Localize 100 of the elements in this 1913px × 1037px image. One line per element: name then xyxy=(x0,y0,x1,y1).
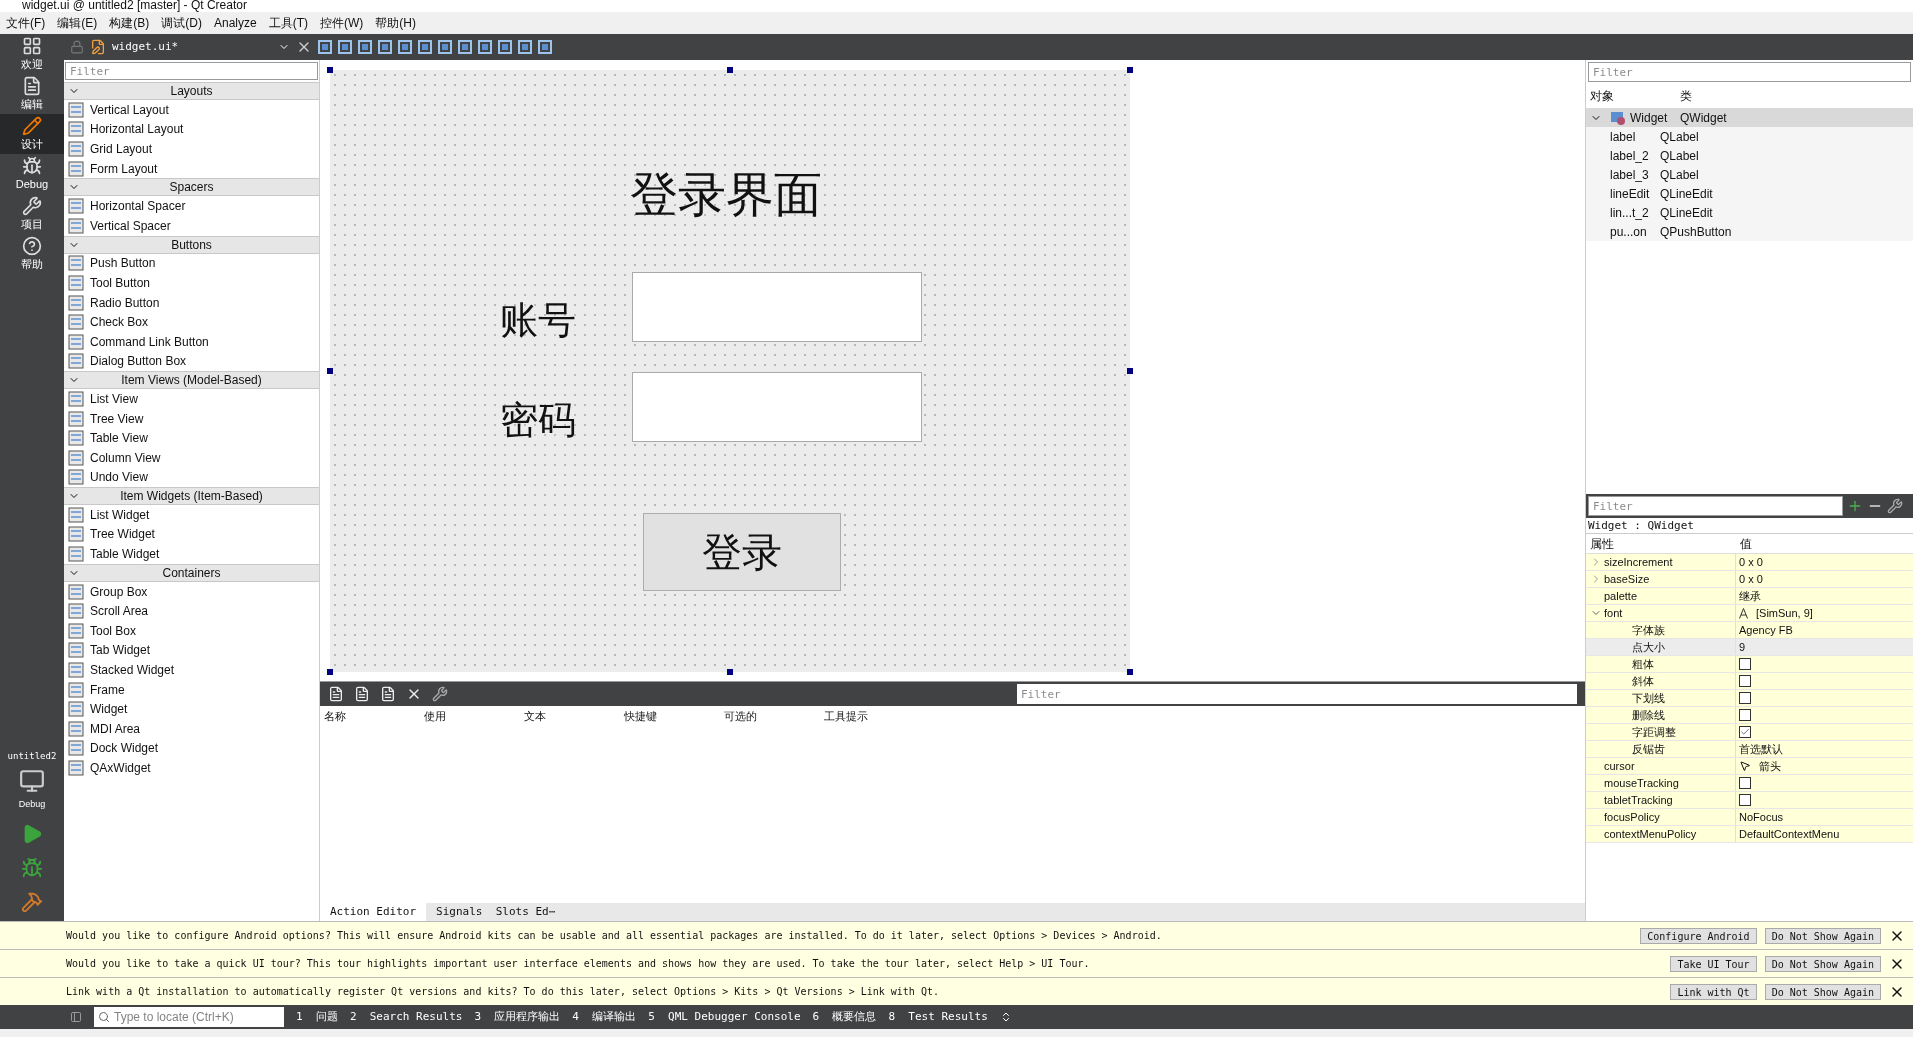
property-value[interactable]: 9 xyxy=(1739,638,1746,656)
widget-item[interactable]: Table Widget xyxy=(90,545,160,564)
category-header[interactable]: Containers xyxy=(64,563,319,582)
widget-item[interactable]: Dialog Button Box xyxy=(90,352,187,371)
widget-item[interactable]: Command Link Button xyxy=(90,332,209,351)
widget-item[interactable]: Tab Widget xyxy=(90,641,151,660)
widget-item[interactable]: Tool Button xyxy=(90,273,151,292)
hammer-icon[interactable] xyxy=(21,891,43,913)
menu-item[interactable]: 帮助(H) xyxy=(369,14,423,32)
layout-tool-icon[interactable] xyxy=(498,40,512,54)
output-pane-button[interactable]: 3 应用程序输出 xyxy=(474,1008,561,1026)
category-header[interactable]: Spacers xyxy=(64,178,319,197)
wrench-icon[interactable] xyxy=(432,686,448,702)
tree-row[interactable]: label QLabel xyxy=(1586,127,1913,146)
locator-field[interactable]: Type to locate (Ctrl+K) xyxy=(94,1007,284,1027)
layout-tool-icon[interactable] xyxy=(438,40,452,54)
property-row[interactable]: sizeIncrement 0 x 0 xyxy=(1586,554,1913,571)
checkbox[interactable] xyxy=(1739,726,1751,738)
property-value[interactable]: Agency FB xyxy=(1739,621,1793,639)
output-pane-button[interactable]: 6 概要信息 xyxy=(812,1008,877,1026)
sidebar-toggle-icon[interactable] xyxy=(70,1011,82,1023)
property-value[interactable]: 0 x 0 xyxy=(1739,570,1763,588)
mode-button[interactable]: 项目 xyxy=(0,194,64,234)
account-field[interactable] xyxy=(632,272,922,342)
selection-handle[interactable] xyxy=(327,67,333,73)
menu-item[interactable]: 构建(B) xyxy=(103,14,156,32)
output-pane-button[interactable]: 4 编译输出 xyxy=(572,1008,637,1026)
info-button[interactable]: Link with Qt xyxy=(1670,983,1757,1000)
checkbox[interactable] xyxy=(1739,692,1751,704)
property-row[interactable]: 删除线 xyxy=(1586,707,1913,724)
widget-item[interactable]: Column View xyxy=(90,448,161,467)
widget-item[interactable]: Vertical Spacer xyxy=(90,216,171,235)
property-value[interactable]: DefaultContextMenu xyxy=(1739,825,1840,843)
selection-handle[interactable] xyxy=(327,368,333,374)
layout-tool-icon[interactable] xyxy=(478,40,492,54)
widget-item[interactable]: Tree View xyxy=(90,409,144,428)
menu-item[interactable]: 控件(W) xyxy=(314,14,370,32)
widget-item[interactable]: QAxWidget xyxy=(90,759,151,777)
selection-handle[interactable] xyxy=(1127,67,1133,73)
monitor-icon[interactable] xyxy=(19,767,45,794)
widget-item[interactable]: Widget xyxy=(90,700,128,719)
property-row[interactable]: palette 继承 xyxy=(1586,588,1913,605)
menu-item[interactable]: 编辑(E) xyxy=(51,14,104,32)
mode-button[interactable]: 欢迎 xyxy=(0,34,64,74)
selection-handle[interactable] xyxy=(327,669,333,675)
checkbox[interactable] xyxy=(1739,794,1751,806)
tree-row[interactable]: lineEdit QLineEdit xyxy=(1586,184,1913,203)
widget-item[interactable]: Tool Box xyxy=(90,621,137,640)
widget-item[interactable]: List View xyxy=(90,389,138,408)
layout-tool-icon[interactable] xyxy=(538,40,552,54)
info-button[interactable]: Do Not Show Again xyxy=(1764,983,1881,1000)
property-row[interactable]: 斜体 xyxy=(1586,673,1913,690)
widget-item[interactable]: MDI Area xyxy=(90,719,140,738)
widget-item[interactable]: Dock Widget xyxy=(90,739,159,758)
widget-item[interactable]: Check Box xyxy=(90,313,149,332)
widget-item[interactable]: Horizontal Spacer xyxy=(90,197,186,216)
tab[interactable]: Action Editor xyxy=(320,903,427,921)
info-button[interactable]: Configure Android xyxy=(1640,927,1757,944)
output-pane-button[interactable]: 5 QML Debugger Console xyxy=(648,1008,801,1026)
widget-item[interactable]: Grid Layout xyxy=(90,140,153,158)
output-pane-button[interactable]: 8 Test Results xyxy=(888,1008,988,1026)
mode-button[interactable]: 设计 xyxy=(0,114,64,154)
menu-item[interactable]: 文件(F) xyxy=(0,14,52,32)
tree-row[interactable]: label_3 QLabel xyxy=(1586,165,1913,184)
output-pane-button[interactable]: 2 Search Results xyxy=(349,1008,463,1026)
property-row[interactable]: 字距调整 xyxy=(1586,724,1913,741)
info-button[interactable]: Take UI Tour xyxy=(1670,955,1757,972)
property-row[interactable]: contextMenuPolicy DefaultContextMenu xyxy=(1586,826,1913,843)
info-button[interactable]: Do Not Show Again xyxy=(1764,955,1881,972)
tree-row[interactable]: pu...on QPushButton xyxy=(1586,222,1913,241)
info-button[interactable]: Do Not Show Again xyxy=(1764,927,1881,944)
tree-row[interactable]: label_2 QLabel xyxy=(1586,146,1913,165)
password-field[interactable] xyxy=(632,372,922,442)
selection-handle[interactable] xyxy=(1127,669,1133,675)
property-row[interactable]: 反锯齿 首选默认 xyxy=(1586,741,1913,758)
property-row[interactable]: baseSize 0 x 0 xyxy=(1586,571,1913,588)
checkbox[interactable] xyxy=(1739,709,1751,721)
property-row[interactable]: 下划线 xyxy=(1586,690,1913,707)
menu-item[interactable]: 工具(T) xyxy=(262,14,315,32)
widget-item[interactable]: Push Button xyxy=(90,254,156,273)
selection-handle[interactable] xyxy=(1127,368,1133,374)
property-row[interactable]: cursor 箭头 xyxy=(1586,758,1913,775)
widget-item[interactable]: Table View xyxy=(90,429,148,448)
category-header[interactable]: Layouts xyxy=(64,82,319,100)
widget-item[interactable]: Scroll Area xyxy=(90,602,149,621)
property-row[interactable]: mouseTracking xyxy=(1586,775,1913,792)
widget-item[interactable]: Undo View xyxy=(90,468,148,487)
login-button[interactable]: 登录 xyxy=(643,513,841,591)
category-header[interactable]: Item Widgets (Item-Based) xyxy=(64,487,319,506)
category-header[interactable]: Buttons xyxy=(64,235,319,254)
selection-handle[interactable] xyxy=(727,669,733,675)
menu-item[interactable]: 调试(D) xyxy=(155,14,208,32)
filter-field[interactable]: Filter xyxy=(65,62,318,80)
widget-item[interactable]: Horizontal Layout xyxy=(90,120,184,139)
layout-tool-icon[interactable] xyxy=(358,40,372,54)
property-value[interactable]: 继承 xyxy=(1739,587,1761,605)
file-name[interactable]: widget.ui* xyxy=(112,38,272,56)
tree-row[interactable]: lin...t_2 QLineEdit xyxy=(1586,203,1913,222)
layout-tool-icon[interactable] xyxy=(338,40,352,54)
property-row[interactable]: focusPolicy NoFocus xyxy=(1586,809,1913,826)
